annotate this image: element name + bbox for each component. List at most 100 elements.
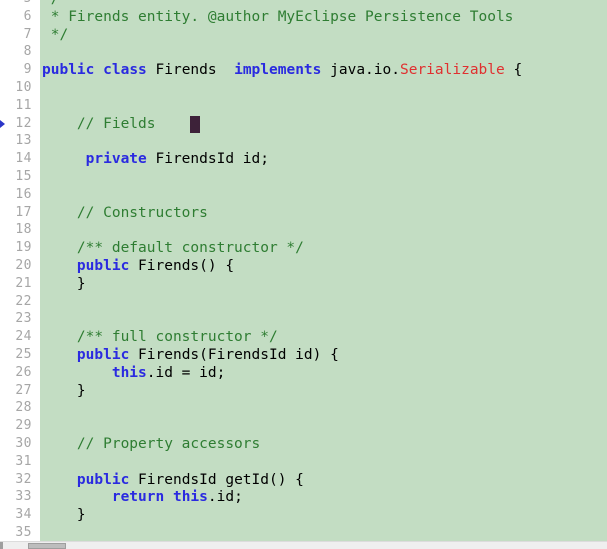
gutter-row[interactable]: 19 xyxy=(0,239,40,257)
gutter-row[interactable]: 18 xyxy=(0,221,40,239)
gutter-row[interactable]: 23 xyxy=(0,310,40,328)
code-token-kw: this xyxy=(172,489,208,506)
gutter-row[interactable]: 16 xyxy=(0,186,40,204)
code-line[interactable]: public FirendsId getId() { xyxy=(40,471,607,489)
gutter-row[interactable]: 34 xyxy=(0,506,40,524)
java-source-editor[interactable]: / * Firends entity. @author MyEclipse Pe… xyxy=(0,0,607,549)
gutter-row[interactable]: 6 xyxy=(0,8,40,26)
gutter-row[interactable]: 5 xyxy=(0,0,40,8)
code-token-pln: FirendsId id; xyxy=(146,151,269,168)
code-line[interactable] xyxy=(40,132,607,150)
code-token-cmt: // Property accessors xyxy=(42,436,261,452)
code-line[interactable] xyxy=(40,97,607,115)
horizontal-scroll-thumb[interactable] xyxy=(28,543,66,549)
code-line[interactable]: // Constructors xyxy=(40,204,607,222)
gutter-row[interactable]: 28 xyxy=(0,399,40,417)
code-text-area[interactable]: / * Firends entity. @author MyEclipse Pe… xyxy=(40,0,607,541)
gutter-row[interactable]: 32 xyxy=(0,471,40,489)
code-line[interactable] xyxy=(40,310,607,328)
line-number: 34 xyxy=(15,507,32,523)
code-token-pln: .id; xyxy=(207,489,243,506)
gutter-row[interactable]: 11 xyxy=(0,97,40,115)
code-line[interactable]: // Property accessors xyxy=(40,435,607,453)
code-line[interactable]: // Fields xyxy=(40,115,607,133)
code-line[interactable] xyxy=(40,79,607,97)
code-line[interactable] xyxy=(40,417,607,435)
gutter-row[interactable]: 15 xyxy=(0,168,40,186)
code-line[interactable]: public Firends() { xyxy=(40,257,607,275)
gutter-row[interactable]: 33 xyxy=(0,488,40,506)
gutter-row[interactable]: 7 xyxy=(0,26,40,44)
code-token-pln xyxy=(94,62,103,78)
line-number: 35 xyxy=(15,525,32,540)
gutter-row[interactable]: 35 xyxy=(0,524,40,542)
line-number-gutter[interactable]: 56 7 8 9 10 11 12 13 14 15 16 17 18 19 20 21 22 23 24 25 26 2… xyxy=(0,0,40,541)
code-line[interactable] xyxy=(40,524,607,541)
code-token-cmt: /** full constructor */ xyxy=(42,329,278,346)
gutter-row[interactable]: 9 xyxy=(0,61,40,79)
code-line[interactable]: /** full constructor */ xyxy=(40,328,607,346)
code-line[interactable]: } xyxy=(40,275,607,293)
gutter-row[interactable]: 21 xyxy=(0,275,40,293)
line-number: 24 xyxy=(15,329,32,345)
code-token-err: Serializable xyxy=(399,62,505,79)
gutter-row[interactable]: 10 xyxy=(0,79,40,97)
code-line[interactable] xyxy=(40,43,607,61)
code-line[interactable]: private FirendsId id; xyxy=(40,150,607,168)
gutter-row[interactable]: 13 xyxy=(0,132,40,150)
gutter-row[interactable]: 30 xyxy=(0,435,40,453)
line-number: 23 xyxy=(15,311,32,327)
line-number: 33 xyxy=(15,489,32,505)
gutter-row[interactable]: 25 xyxy=(0,346,40,364)
code-token-pln: } xyxy=(42,507,86,524)
line-number: 8 xyxy=(23,44,32,60)
code-token-kw: public xyxy=(76,258,130,274)
code-token-pln xyxy=(42,151,86,167)
gutter-row[interactable]: 26 xyxy=(0,364,40,382)
line-number: 20 xyxy=(15,258,32,273)
gutter-row[interactable]: 12 xyxy=(0,115,40,133)
gutter-row[interactable]: 24 xyxy=(0,328,40,346)
code-line[interactable] xyxy=(40,186,607,204)
gutter-row[interactable]: 14 xyxy=(0,150,40,168)
code-line[interactable]: / xyxy=(40,0,607,8)
code-line[interactable]: } xyxy=(40,506,607,524)
code-token-pln: java.io. xyxy=(321,62,400,79)
code-line[interactable]: return this.id; xyxy=(40,488,607,506)
code-token-pln: { xyxy=(504,62,523,79)
code-line[interactable] xyxy=(40,168,607,186)
code-token-cmt: * Firends entity. @author MyEclipse Pers… xyxy=(42,8,514,25)
code-token-kw: this xyxy=(111,364,147,381)
code-token-pln: Firends xyxy=(146,62,235,79)
code-line[interactable]: public class Firends implements java.io.… xyxy=(40,61,607,79)
change-marker-arrow-icon[interactable] xyxy=(0,119,5,128)
code-line[interactable] xyxy=(40,399,607,417)
gutter-row[interactable]: 22 xyxy=(0,293,40,311)
code-token-kw: public xyxy=(76,471,130,488)
gutter-row[interactable]: 8 xyxy=(0,43,40,61)
code-line[interactable] xyxy=(40,453,607,471)
gutter-row[interactable]: 27 xyxy=(0,382,40,400)
gutter-row[interactable]: 29 xyxy=(0,417,40,435)
code-token-pln: } xyxy=(42,382,86,399)
code-line[interactable]: /** default constructor */ xyxy=(40,239,607,257)
gutter-row[interactable]: 17 xyxy=(0,204,40,222)
gutter-row[interactable]: 20 xyxy=(0,257,40,275)
code-line[interactable]: } xyxy=(40,382,607,400)
code-token-pln xyxy=(42,347,77,363)
code-line[interactable] xyxy=(40,221,607,239)
line-number: 29 xyxy=(15,418,32,434)
code-token-pln xyxy=(42,472,77,488)
code-token-pln: Firends() { xyxy=(129,258,235,274)
horizontal-scrollbar[interactable] xyxy=(0,541,607,549)
code-line[interactable] xyxy=(40,293,607,311)
code-token-pln: .id = id; xyxy=(146,364,226,381)
line-number: 6 xyxy=(23,8,32,24)
code-line[interactable]: * Firends entity. @author MyEclipse Pers… xyxy=(40,8,607,26)
code-line[interactable]: */ xyxy=(40,26,607,44)
line-number: 28 xyxy=(15,400,32,416)
code-line[interactable]: public Firends(FirendsId id) { xyxy=(40,346,607,364)
gutter-row[interactable]: 31 xyxy=(0,453,40,471)
code-line[interactable]: this.id = id; xyxy=(40,364,607,382)
line-number: 14 xyxy=(15,151,32,167)
